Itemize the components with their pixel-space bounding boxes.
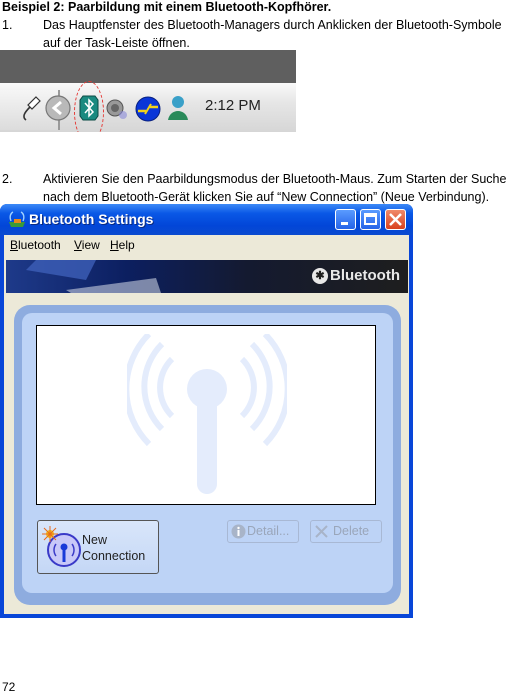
detail-label: Detail...: [247, 524, 290, 538]
instruction-step-1: 1. Das Hauptfenster des Bluetooth-Manage…: [2, 16, 506, 52]
close-button[interactable]: [385, 209, 406, 230]
maximize-icon: [364, 213, 377, 225]
menu-bar: Bluetooth View Help: [4, 235, 409, 257]
bluetooth-app-icon: [9, 211, 25, 227]
info-icon: [231, 524, 246, 539]
window-client-area: Bluetooth View Help ✱ Bluetooth New Conn…: [4, 235, 409, 614]
taskbar-screenshot: 2:12 PM: [0, 50, 296, 132]
close-icon: [389, 213, 402, 226]
messenger-icon[interactable]: [166, 94, 190, 122]
instruction-step-2: 2. Aktivieren Sie den Paarbildungsmodus …: [2, 170, 506, 206]
title-bar[interactable]: Bluetooth Settings: [0, 204, 413, 235]
taskbar-clock[interactable]: 2:12 PM: [205, 97, 261, 114]
header-banner: ✱ Bluetooth: [6, 260, 408, 293]
delete-x-icon: [315, 525, 328, 538]
device-list[interactable]: [36, 325, 376, 505]
detail-button[interactable]: Detail...: [227, 520, 299, 543]
usb-plug-icon[interactable]: [18, 93, 44, 123]
step-text-line-1: Das Hauptfenster des Bluetooth-Managers …: [43, 18, 502, 32]
bluetooth-settings-window: Bluetooth Settings Bluetooth View Help ✱…: [0, 204, 413, 618]
laptop-graphic: [26, 260, 161, 293]
bluetooth-logo: ✱ Bluetooth: [312, 267, 400, 284]
step-number: 2.: [2, 172, 13, 186]
section-heading: Beispiel 2: Paarbildung mit einem Blueto…: [2, 0, 332, 14]
speaker-icon[interactable]: [105, 97, 129, 121]
new-connection-button[interactable]: New Connection: [37, 520, 159, 574]
devices-panel: New Connection Detail... Delete: [14, 305, 401, 605]
menu-bluetooth[interactable]: Bluetooth: [10, 238, 61, 252]
page-number: 72: [2, 680, 16, 694]
delete-button[interactable]: Delete: [310, 520, 382, 543]
step-number: 1.: [2, 18, 13, 32]
delete-label: Delete: [333, 524, 370, 538]
minimize-button[interactable]: [335, 209, 356, 230]
step-text-line-1: Aktivieren Sie den Paarbildungsmodus der…: [43, 172, 506, 186]
menu-help[interactable]: Help: [110, 238, 135, 252]
minimize-icon: [341, 222, 348, 225]
menu-view[interactable]: View: [74, 238, 100, 252]
window-title: Bluetooth Settings: [29, 211, 154, 227]
devices-panel-inner: New Connection Detail... Delete: [22, 313, 393, 593]
maximize-button[interactable]: [360, 209, 381, 230]
desktop-area: [0, 50, 296, 83]
network-icon[interactable]: [135, 96, 161, 122]
antenna-watermark-icon: [127, 334, 287, 494]
new-connection-label: New Connection: [82, 533, 146, 563]
collapse-arrow-icon[interactable]: [44, 94, 72, 122]
new-connection-icon: [42, 526, 81, 567]
bluetooth-rune-icon: ✱: [312, 268, 329, 284]
